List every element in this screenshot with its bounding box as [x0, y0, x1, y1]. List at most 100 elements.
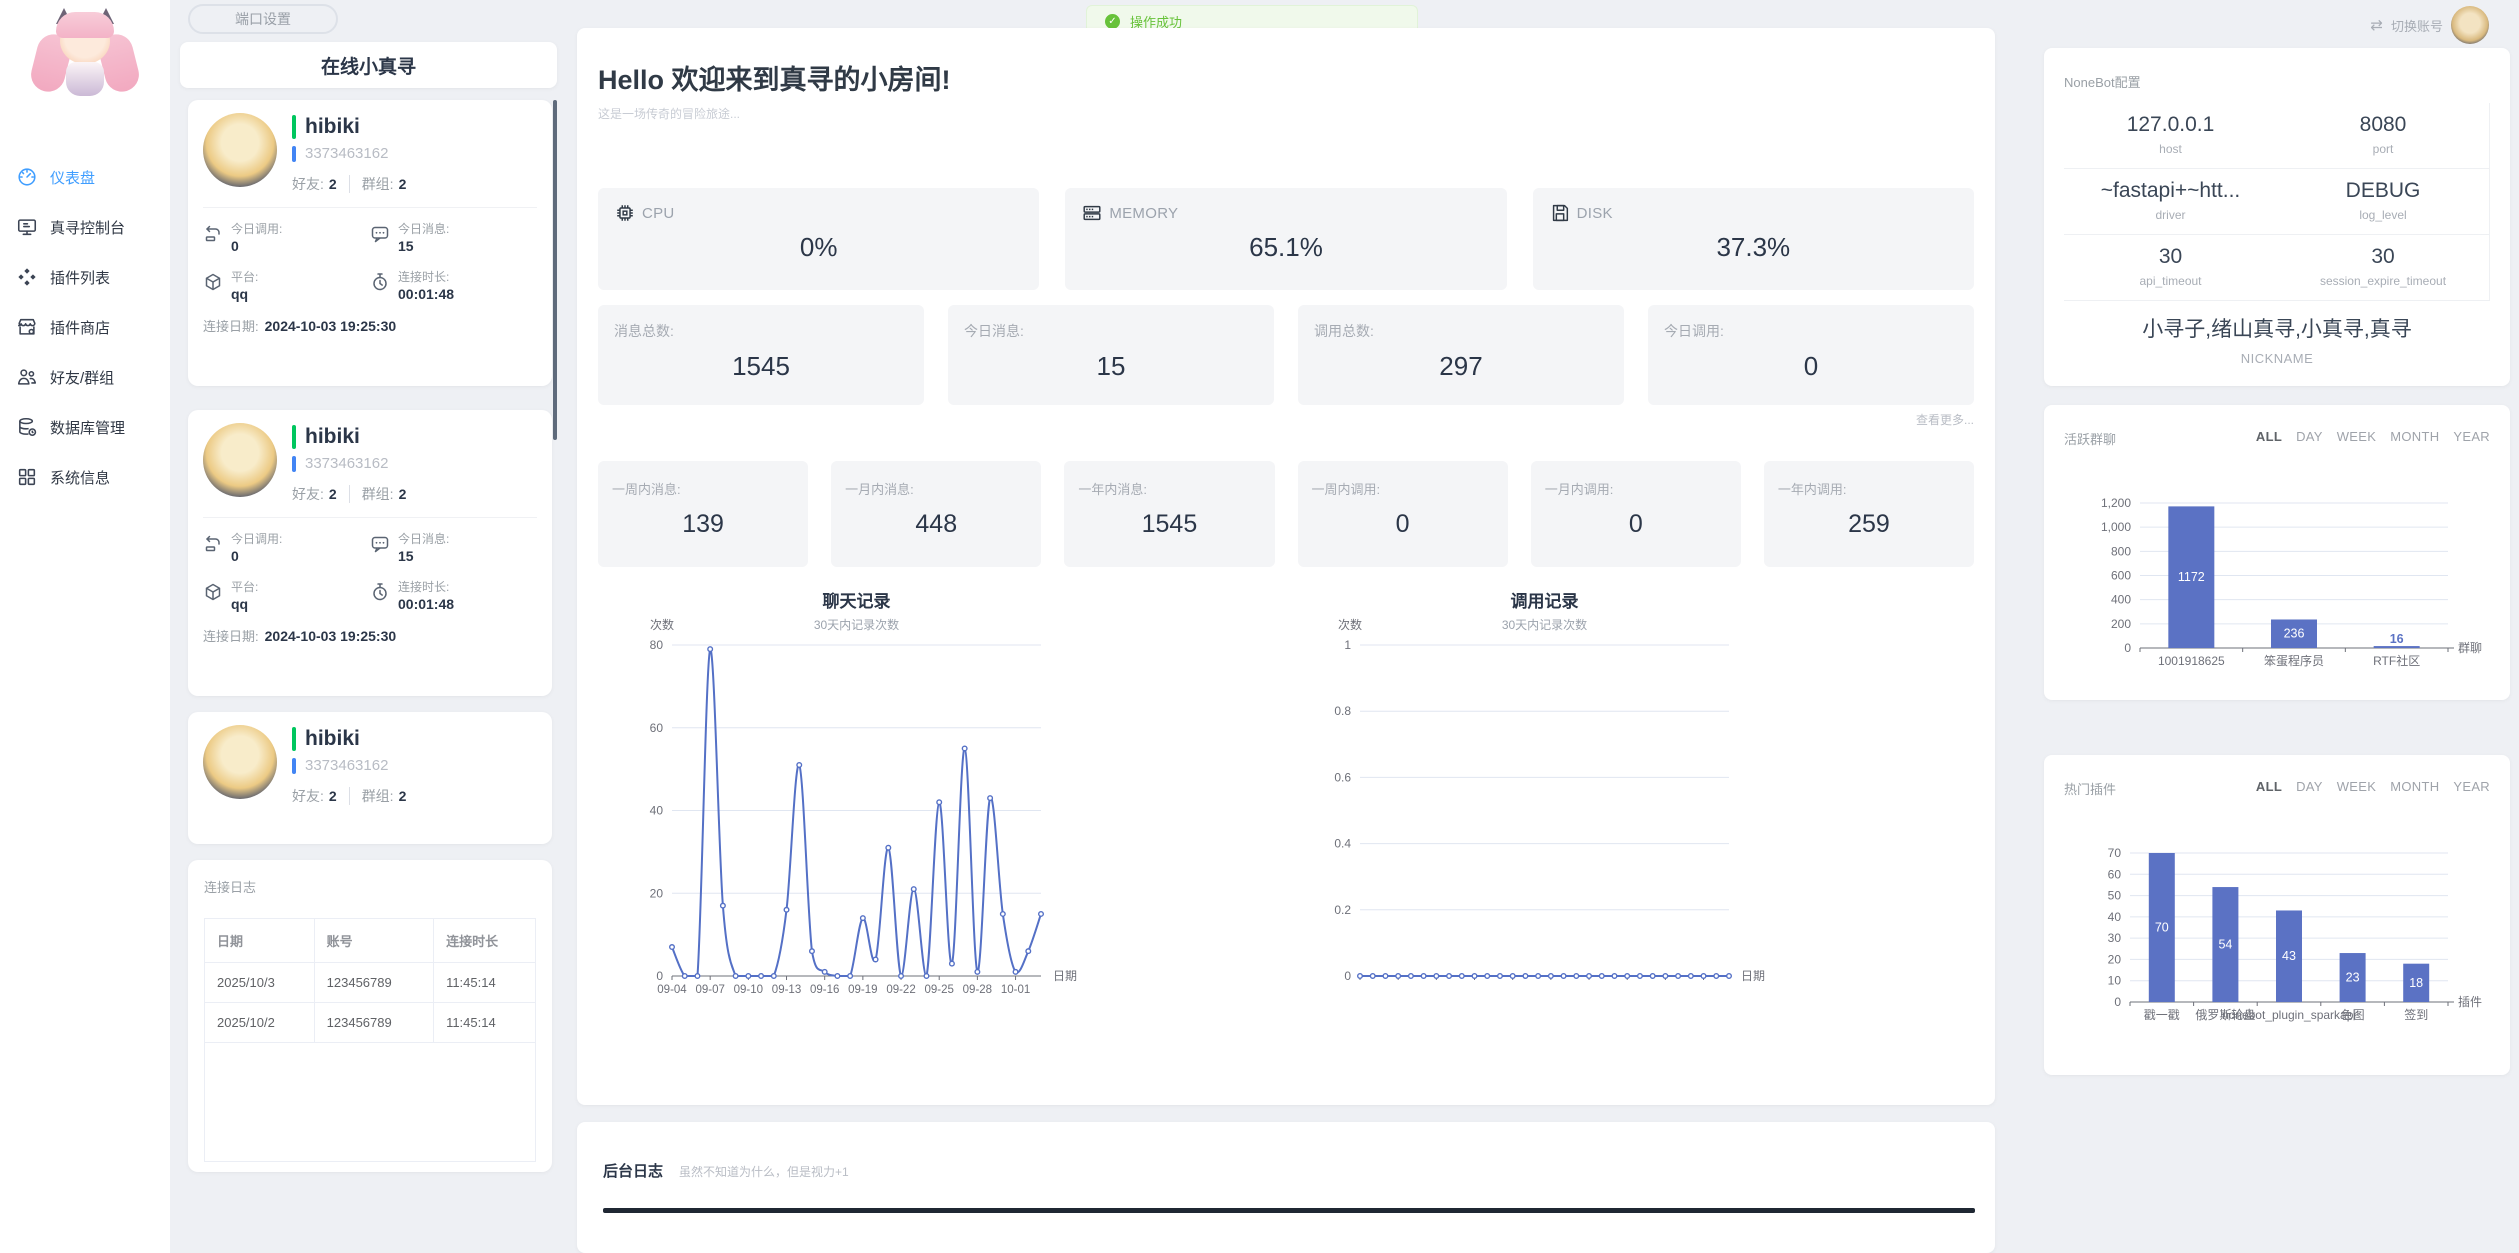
- bot-id: 3373463162: [305, 145, 388, 162]
- sidebar-item-label: 仪表盘: [50, 167, 95, 188]
- period-stat-card: 一周内消息: 139: [598, 461, 808, 567]
- friends-label: 好友:: [292, 174, 324, 194]
- port-settings-button[interactable]: 端口设置: [188, 4, 338, 34]
- log-date: 2025/10/3: [205, 963, 314, 1003]
- bot-stat: 连接时长:00:01:48: [370, 268, 537, 304]
- bot-name: hibiki: [305, 727, 360, 751]
- svg-text:签到: 签到: [2404, 1007, 2428, 1022]
- config-item: 30 api_timeout: [2064, 235, 2277, 301]
- stat-value: 00:01:48: [398, 286, 454, 302]
- period-stat-value: 0: [1312, 510, 1494, 539]
- sidebar: 仪表盘 真寻控制台 插件列表 插件商店: [0, 0, 170, 1253]
- groups-count: 2: [399, 486, 407, 502]
- bot-card[interactable]: hibiki 3373463162 好友:2 群组:2: [188, 712, 552, 844]
- config-grid: 127.0.0.1 host 8080 port ~fastapi+~htt..…: [2064, 103, 2490, 301]
- svg-text:09-25: 09-25: [924, 984, 953, 996]
- groups-label: 群组:: [362, 786, 394, 806]
- stat-label: 连接时长:: [398, 580, 449, 594]
- stat-value: 0: [231, 238, 239, 254]
- config-item: 30 session_expire_timeout: [2277, 235, 2490, 301]
- config-value: ~fastapi+~htt...: [2064, 179, 2277, 203]
- bot-stat: 今日调用:0: [203, 530, 370, 566]
- id-accent-bar: [292, 456, 296, 472]
- stat-value: qq: [231, 286, 248, 302]
- sidebar-item[interactable]: 插件商店: [0, 310, 170, 344]
- call-records-chart: 调用记录30天内记录次数次数00.20.40.60.81日期: [1286, 583, 1974, 1008]
- switch-account-button[interactable]: ⇄ 切换账号: [2370, 6, 2489, 44]
- sidebar-item-label: 插件商店: [50, 317, 110, 338]
- page-subtitle: 这是一场传奇的冒险旅途...: [598, 105, 1974, 122]
- system-stat-card: DISK 37.3%: [1533, 188, 1974, 290]
- bot-card[interactable]: hibiki 3373463162 好友:2 群组:2: [188, 100, 552, 386]
- svg-text:聊天记录: 聊天记录: [823, 591, 891, 611]
- log-column-header: 连接时长: [434, 919, 535, 963]
- sidebar-nav: 仪表盘 真寻控制台 插件列表 插件商店: [0, 160, 170, 494]
- svg-text:0: 0: [1344, 969, 1351, 983]
- svg-text:1: 1: [1344, 638, 1351, 652]
- svg-text:日期: 日期: [1053, 969, 1077, 983]
- svg-text:09-10: 09-10: [734, 984, 763, 996]
- sidebar-item-label: 好友/群组: [50, 367, 114, 388]
- period-stat-label: 一月内消息:: [845, 479, 1027, 498]
- svg-text:插件: 插件: [2458, 995, 2482, 1009]
- bot-stat: 今日调用:0: [203, 220, 370, 256]
- friends-count: 2: [329, 176, 337, 192]
- user-avatar[interactable]: [2451, 6, 2489, 44]
- bot-stat: 连接时长:00:01:48: [370, 578, 537, 614]
- friends-label: 好友:: [292, 786, 324, 806]
- sidebar-item[interactable]: 插件列表: [0, 260, 170, 294]
- sidebar-item[interactable]: 好友/群组: [0, 360, 170, 394]
- total-stat-card: 调用总数: 297: [1298, 305, 1624, 405]
- svg-text:09-22: 09-22: [886, 984, 915, 996]
- divider: [349, 787, 350, 805]
- bot-stats: 今日调用:0 今日消息:15 平台:qq: [203, 530, 537, 614]
- sidebar-item[interactable]: 真寻控制台: [0, 210, 170, 244]
- nickname-value: 小寻子,绪山真寻,小真寻,真寻: [2044, 313, 2510, 343]
- period-stat-label: 一年内调用:: [1778, 479, 1960, 498]
- config-value: 8080: [2277, 113, 2489, 137]
- online-bots-title: 在线小真寻: [180, 42, 557, 88]
- sidebar-item[interactable]: 仪表盘: [0, 160, 170, 194]
- system-stats-row: CPU 0% MEMORY 65.1% DISK: [598, 188, 1974, 290]
- log-column-header: 日期: [205, 919, 314, 963]
- success-check-icon: ✓: [1105, 14, 1120, 29]
- bot-avatar: [203, 423, 277, 497]
- total-stat-label: 今日调用:: [1664, 321, 1958, 341]
- config-item: DEBUG log_level: [2277, 169, 2490, 235]
- svg-text:0.8: 0.8: [1334, 704, 1351, 718]
- svg-text:nonebot_plugin_sparkapi: nonebot_plugin_sparkapi: [2222, 1008, 2356, 1022]
- period-stat-label: 一月内调用:: [1545, 479, 1727, 498]
- log-account: 123456789: [314, 1003, 433, 1043]
- log-header-row: 日期账号连接时长: [205, 919, 535, 963]
- connection-log-title: 连接日志: [204, 877, 536, 896]
- system-stat-label: MEMORY: [1109, 205, 1178, 222]
- stat-value: 0: [231, 548, 239, 564]
- platform-icon: [203, 582, 223, 602]
- connect-date: 2024-10-03 19:25:30: [265, 318, 397, 334]
- system-info-icon: [16, 466, 38, 488]
- svg-text:60: 60: [650, 721, 664, 735]
- bot-stat: 今日消息:15: [370, 220, 537, 256]
- svg-text:600: 600: [2111, 569, 2131, 583]
- bot-card[interactable]: hibiki 3373463162 好友:2 群组:2: [188, 410, 552, 696]
- sidebar-item-label: 系统信息: [50, 467, 110, 488]
- dashboard-page: 仪表盘 真寻控制台 插件列表 插件商店: [0, 0, 2519, 1253]
- period-stat-value: 0: [1545, 510, 1727, 539]
- svg-text:30天内记录次数: 30天内记录次数: [814, 617, 899, 632]
- app-logo-image: [26, 8, 144, 104]
- period-stat-value: 259: [1778, 510, 1960, 539]
- system-stat-card: CPU 0%: [598, 188, 1039, 290]
- sidebar-item[interactable]: 系统信息: [0, 460, 170, 494]
- backend-log-subtitle: 虽然不知道为什么，但是视力+1: [679, 1163, 849, 1180]
- sidebar-item-label: 插件列表: [50, 267, 110, 288]
- log-account: 123456789: [314, 963, 433, 1003]
- config-item: ~fastapi+~htt... driver: [2064, 169, 2277, 235]
- see-more-link[interactable]: 查看更多...: [598, 411, 1974, 428]
- active-groups-card: 活跃群聊 ALLDAYWEEKMONTHYEAR 02004006008001,…: [2044, 405, 2510, 700]
- stat-label: 平台:: [231, 580, 258, 594]
- sidebar-item[interactable]: 数据库管理: [0, 410, 170, 444]
- connect-date-label: 连接日期:: [203, 629, 259, 644]
- nickname-label: NICKNAME: [2044, 351, 2510, 366]
- svg-text:0: 0: [656, 969, 663, 983]
- total-stat-label: 消息总数:: [614, 321, 908, 341]
